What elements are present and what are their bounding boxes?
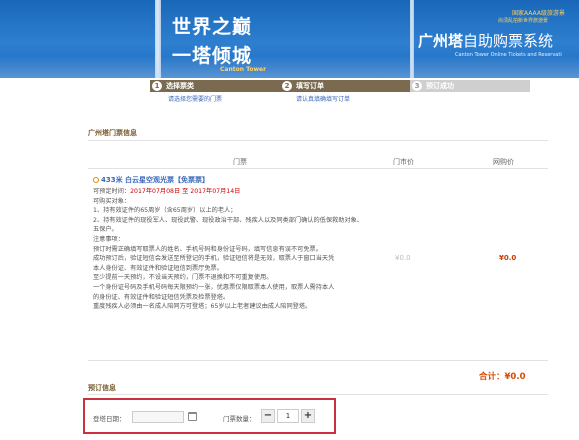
divider <box>88 140 548 141</box>
slogan-sub: Canton Tower <box>220 66 267 73</box>
radio-icon[interactable] <box>93 177 99 183</box>
quantity-input[interactable]: 1 <box>277 409 299 423</box>
brand-title: 广州塔自助购票系统 <box>418 30 553 51</box>
step-fill-order: 2 填写订单 <box>280 80 410 92</box>
desc-line: 重度残疾人必须由一名成人陪同方可登塔；65岁以上老者建议由成人陪同登塔。 <box>93 303 312 311</box>
badge-line2: 尚须乱拍新世界旅游景 <box>498 18 549 24</box>
ticket-description: 可预定时间：2017年07月08日 至 2017年07月14日 可购买对象： 1… <box>93 187 383 312</box>
desc-line: 注意事项： <box>93 235 124 243</box>
desc-line: 预订时需正确填写取票人的姓名、手机号码和身份证号码，填写信息有误不可免票。 <box>93 245 322 253</box>
desc-line: 至少提前一天预约，不设当天预约，门票不退换和不可重复使用。 <box>93 274 273 282</box>
step-select-ticket: 1 选择票类 <box>150 80 280 92</box>
door-price: ¥0.0 <box>395 254 411 262</box>
step-number: 2 <box>282 81 292 91</box>
divider <box>88 168 548 169</box>
step-number: 1 <box>152 81 162 91</box>
badge-line1: 国家AAAA级旅游景 <box>512 10 565 17</box>
progress-steps: 1 选择票类 请选择您需要的门票 2 填写订单 请认真填确填写订单 3 预订成功 <box>150 80 530 110</box>
date-label: 登塔日期： <box>93 415 126 423</box>
desc-line: 1、持有效证件的65周岁（含65周岁）以上的老人； <box>93 207 237 215</box>
ticket-section-title: 广州塔门票信息 <box>88 129 137 137</box>
total-amount: 合计：¥0.0 <box>479 370 526 382</box>
brand-light: 自助购票系统 <box>463 32 554 50</box>
booking-form: 登塔日期： 门票数量： − 1 + <box>83 398 336 434</box>
total-value: ¥0.0 <box>504 372 526 382</box>
slogan-line1: 世界之巅 <box>172 16 253 38</box>
column-header-online-price: 网购价 <box>493 158 514 166</box>
step-sub: 请认真填确填写订单 <box>296 96 351 103</box>
ticket-name-text: 433米 白云星空观光票【免票票】 <box>101 176 210 184</box>
booking-section-title: 预订信息 <box>88 384 116 392</box>
step-success: 3 预订成功 <box>410 80 530 92</box>
date-input[interactable] <box>132 411 184 423</box>
step-label: 选择票类 <box>166 82 194 90</box>
slogan-line2: 一塔倾城 <box>172 45 253 67</box>
desc-line: 五保户。 <box>93 226 118 234</box>
desc-line: 一个身份证号码及手机号码每天限预约一张，优惠票仅限取票本人使用，取票人需持本人 <box>93 283 335 291</box>
step-number: 3 <box>412 81 422 91</box>
booking-date-range: 2017年07月08日 至 2017年07月14日 <box>130 188 241 195</box>
slogan: 世界之巅 一塔倾城 Canton Tower <box>172 12 266 73</box>
divider <box>88 360 548 361</box>
divider <box>88 394 548 395</box>
decrease-quantity-button[interactable]: − <box>261 409 275 423</box>
header-banner: 世界之巅 一塔倾城 Canton Tower 国家AAAA级旅游景 尚须乱拍新世… <box>0 0 579 78</box>
skyline-graphic <box>0 56 579 78</box>
step-label: 填写订单 <box>296 82 324 90</box>
desc-line: 本人身份证、有效证件和验证短信到票厅免票。 <box>93 264 223 272</box>
desc-line: 的身份证、有效证件和验证短信凭票及检票登塔。 <box>93 293 230 301</box>
total-label: 合计： <box>479 372 505 382</box>
column-header-door-price: 门市价 <box>393 158 414 166</box>
desc-line: 可预定时间：2017年07月08日 至 2017年07月14日 <box>93 188 241 195</box>
quantity-label: 门票数量： <box>223 415 256 423</box>
step-sub: 请选择您需要的门票 <box>168 96 223 103</box>
online-price: ¥0.0 <box>499 254 517 262</box>
calendar-icon[interactable] <box>188 412 197 421</box>
desc-line: 可购买对象： <box>93 197 131 205</box>
brand-bold: 广州塔 <box>418 32 464 50</box>
brand-en: Canton Tower Online Tickets and Reservat… <box>455 52 562 58</box>
desc-line: 2、持有效证件的现役军人、现役武警、现役政治干部、残疾人以及同类部门确认的低保救… <box>93 216 363 224</box>
desc-line: 成功预订后，验证短信会发送至所登记的手机，验证短信将是无效，取票人于窗口当天凭 <box>93 255 335 263</box>
column-header-ticket: 门票 <box>233 158 247 166</box>
step-label: 预订成功 <box>426 82 454 90</box>
ticket-name[interactable]: 433米 白云星空观光票【免票票】 <box>93 175 209 185</box>
increase-quantity-button[interactable]: + <box>301 409 315 423</box>
